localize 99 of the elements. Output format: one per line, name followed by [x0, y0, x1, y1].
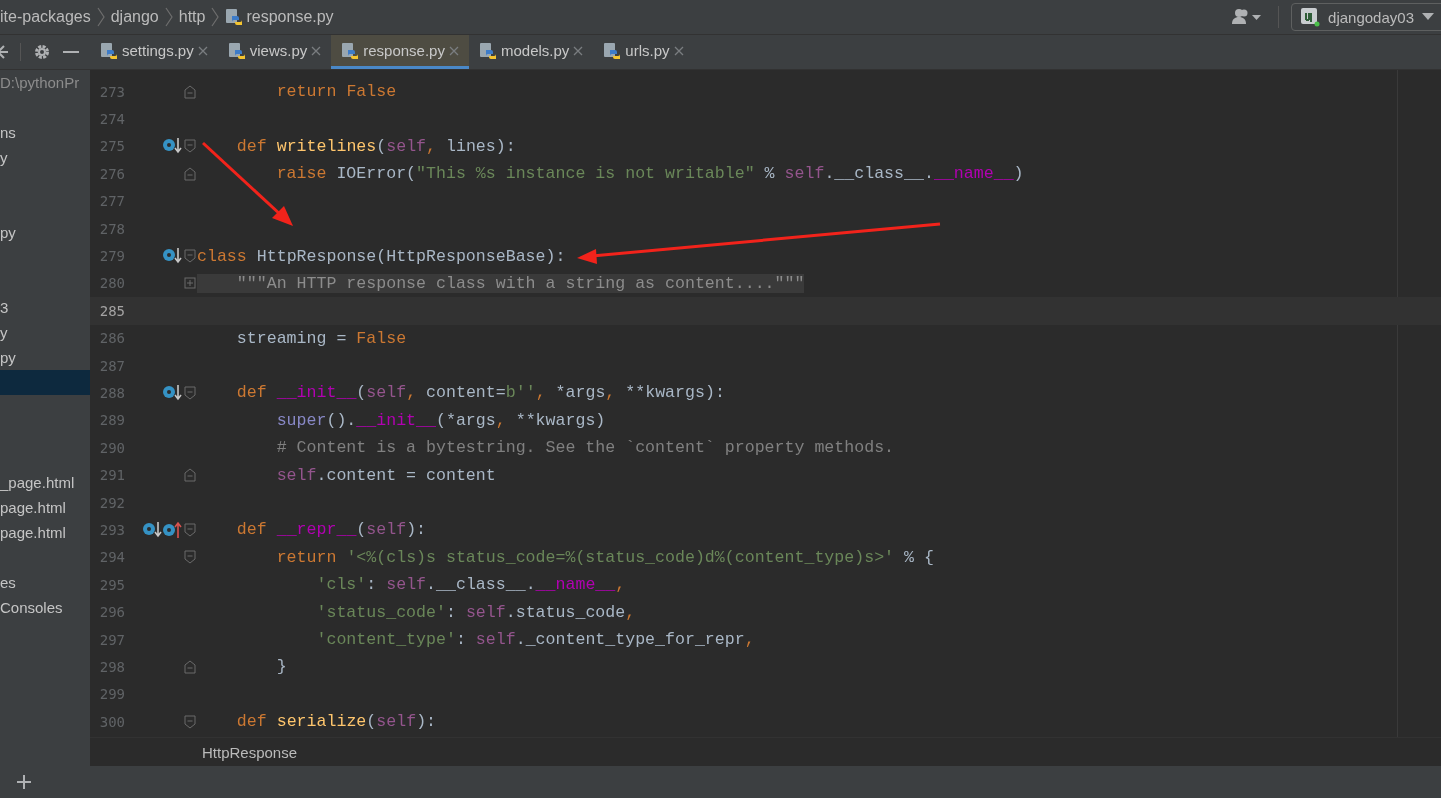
close-icon[interactable] — [573, 45, 584, 56]
line-number: 298 — [98, 658, 125, 675]
close-icon[interactable] — [311, 45, 322, 56]
tree-item[interactable]: Consoles — [0, 595, 90, 620]
breadcrumb-item[interactable]: response.py — [225, 8, 334, 26]
run-configuration-dropdown[interactable]: djangoday03 — [1291, 3, 1441, 31]
code-line: streaming = False — [235, 328, 407, 348]
code-line: 'cls': self.__class__.__name__, — [315, 575, 626, 595]
python-file-icon — [603, 41, 622, 60]
breadcrumb-item[interactable]: django — [110, 8, 159, 26]
line-number: 275 — [98, 138, 125, 155]
implemented-marker-icon[interactable] — [142, 520, 162, 539]
line-number: 285 — [98, 302, 125, 319]
editor-tab[interactable]: views.py — [217, 35, 332, 69]
code-line: } — [275, 657, 287, 677]
line-number: 286 — [98, 330, 125, 347]
code-line: 'content_type': self._content_type_for_repr, — [315, 630, 755, 649]
line-number: 274 — [98, 111, 125, 128]
line-number: 300 — [98, 713, 125, 730]
chevron-icon — [96, 7, 105, 27]
close-icon[interactable] — [448, 45, 459, 56]
django-icon — [1300, 7, 1321, 27]
add-icon[interactable] — [17, 775, 31, 789]
line-number: 279 — [98, 248, 125, 265]
tree-item[interactable]: py — [0, 220, 90, 245]
code-line: # Content is a bytestring. See the `content` property methods. — [275, 438, 895, 458]
python-file-icon — [225, 8, 244, 26]
tree-item[interactable]: y — [0, 320, 90, 345]
code-line: def writelines(self, lines): — [235, 136, 516, 156]
close-icon[interactable] — [197, 45, 208, 56]
code-line: raise IOError("This %s instance is not writable" % self.__class__.__name__) — [275, 164, 1024, 184]
line-number: 288 — [98, 385, 125, 401]
line-number: 291 — [98, 467, 125, 484]
overrides-marker-icon[interactable] — [162, 520, 182, 539]
line-number: 294 — [98, 549, 125, 566]
tree-item[interactable]: D:\pythonPr — [0, 70, 90, 95]
implemented-marker-icon[interactable] — [162, 384, 182, 402]
code-line: def serialize(self): — [235, 712, 437, 732]
line-number: 299 — [98, 686, 125, 703]
fold-end-icon[interactable] — [183, 84, 196, 99]
fold-start-icon[interactable] — [183, 139, 196, 154]
code-line: return False — [275, 82, 397, 102]
fold-start-icon[interactable] — [183, 386, 196, 400]
code-line: 'status_code': self.status_code, — [315, 602, 636, 622]
line-number: 280 — [98, 275, 125, 292]
line-number: 290 — [98, 439, 125, 456]
line-number: 276 — [98, 165, 125, 182]
line-number: 295 — [98, 576, 125, 593]
arrow-icon[interactable] — [0, 44, 8, 60]
settings-icon[interactable] — [33, 43, 51, 61]
python-file-icon — [100, 41, 118, 60]
tree-item[interactable]: page.html — [0, 520, 90, 545]
python-file-icon — [478, 41, 497, 60]
caret-icon — [1422, 13, 1434, 21]
code-line: return '<%(cls)s status_code=%(status_code)d%(content_type)s>' % { — [275, 547, 934, 567]
minimize-icon[interactable] — [63, 50, 79, 54]
editor-tab[interactable]: models.py — [468, 35, 594, 69]
tree-item[interactable]: _page.html — [0, 470, 90, 495]
fold-collapsed-icon[interactable] — [183, 277, 196, 290]
tree-item[interactable]: ns — [0, 120, 90, 145]
fold-start-icon[interactable] — [183, 550, 196, 565]
line-number: 277 — [98, 193, 125, 210]
tree-item[interactable]: y — [0, 145, 90, 170]
line-number: 296 — [98, 604, 125, 621]
code-breadcrumb[interactable]: HttpResponse — [202, 743, 298, 761]
code-line: super().__init__(*args, **kwargs) — [275, 410, 606, 430]
breadcrumb-item[interactable]: http — [178, 8, 206, 26]
tree-item[interactable]: es — [0, 570, 90, 595]
close-icon[interactable] — [673, 45, 684, 56]
fold-end-icon[interactable] — [183, 659, 196, 674]
line-number: 273 — [98, 83, 125, 100]
line-number: 292 — [98, 494, 125, 511]
breadcrumb-item[interactable]: ite-packages — [0, 8, 91, 26]
implemented-marker-icon[interactable] — [162, 247, 182, 266]
chevron-icon — [164, 7, 173, 27]
line-number: 289 — [98, 412, 125, 429]
tree-item[interactable]: page.html — [0, 495, 90, 520]
python-file-icon — [341, 41, 360, 60]
line-number: 287 — [98, 357, 125, 374]
line-number: 297 — [98, 631, 125, 648]
tree-item[interactable]: py — [0, 345, 90, 370]
editor-tab[interactable]: response.py — [331, 35, 469, 69]
code-line: self.content = content — [275, 465, 496, 485]
code-line: class HttpResponse(HttpResponseBase): — [197, 246, 566, 266]
code-line: def __init__(self, content=b'', *args, **kwargs): — [235, 383, 725, 403]
editor-tab[interactable]: urls.py — [593, 35, 694, 69]
line-number: 278 — [98, 220, 125, 237]
tree-item[interactable]: 3 — [0, 295, 90, 320]
fold-start-icon[interactable] — [183, 249, 196, 264]
fold-start-icon[interactable] — [183, 714, 196, 729]
fold-end-icon[interactable] — [183, 166, 196, 181]
python-file-icon — [227, 41, 246, 60]
editor-tab[interactable]: settings.py — [90, 35, 218, 69]
chevron-icon — [211, 7, 220, 27]
implemented-marker-icon[interactable] — [162, 137, 182, 156]
code-line: def __repr__(self): — [235, 520, 427, 540]
fold-start-icon[interactable] — [183, 522, 196, 537]
fold-end-icon[interactable] — [183, 468, 196, 483]
line-number: 293 — [98, 521, 125, 538]
